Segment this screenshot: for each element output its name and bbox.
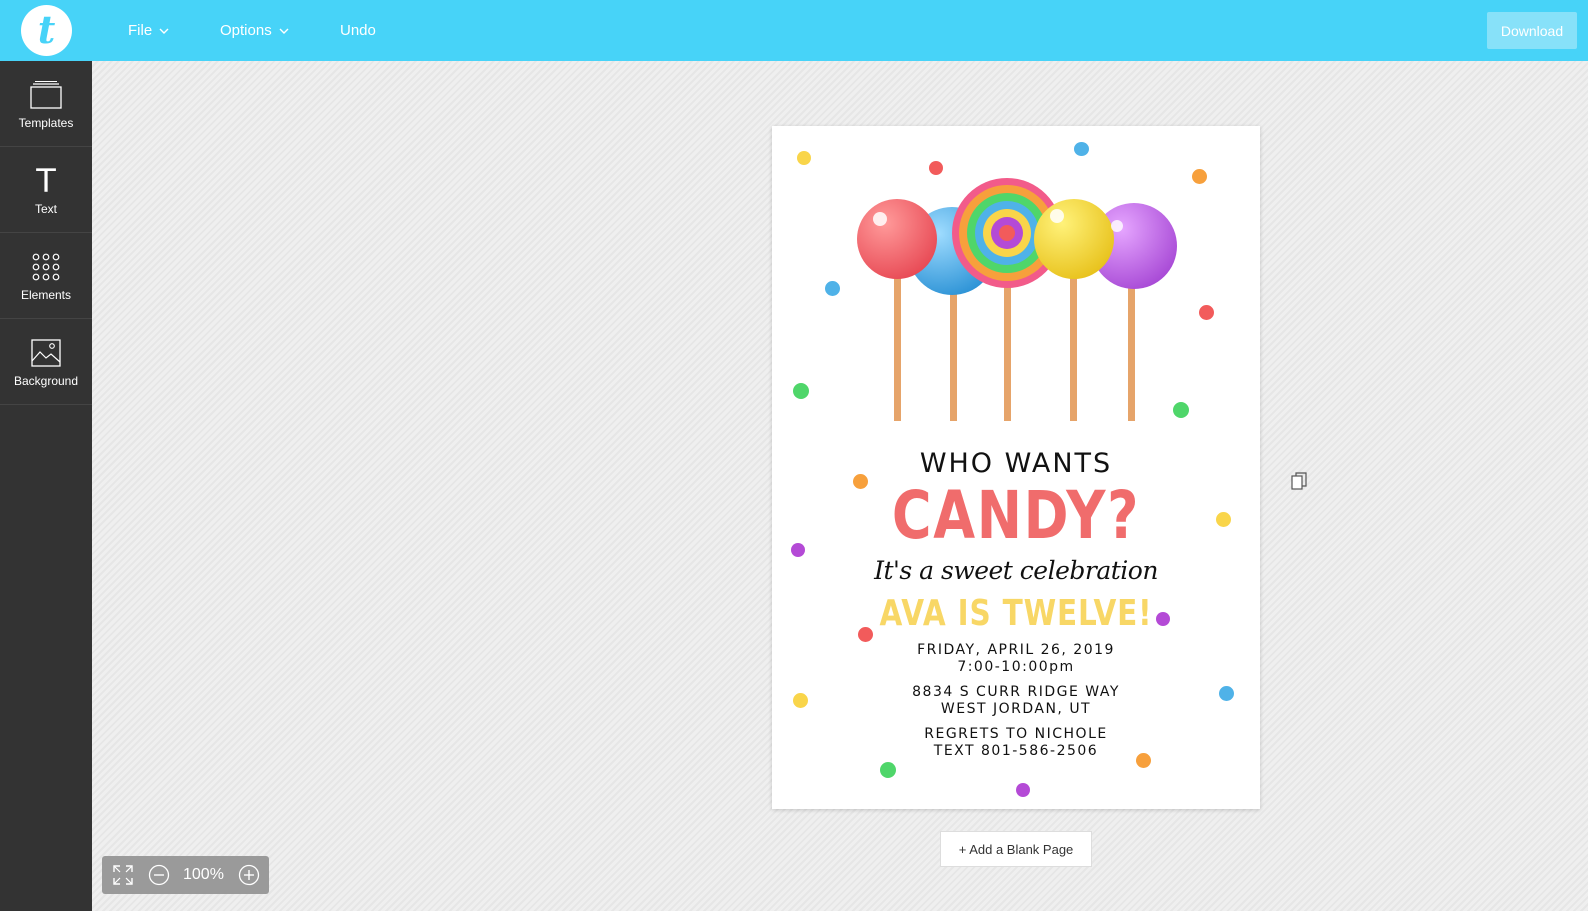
app-logo[interactable]: t bbox=[21, 5, 72, 56]
event-address-line1[interactable]: 8834 S CURR RIDGE WAY bbox=[772, 684, 1260, 701]
templates-icon bbox=[29, 78, 63, 112]
file-menu-label: File bbox=[128, 22, 153, 39]
confetti-dot bbox=[1016, 783, 1030, 797]
sidebar-item-text[interactable]: T Text bbox=[0, 147, 92, 233]
add-blank-page-label: + Add a Blank Page bbox=[958, 841, 1074, 857]
lollipops-illustration bbox=[857, 178, 1177, 421]
top-toolbar: t File Options Undo Download bbox=[0, 0, 1588, 61]
confetti-dot bbox=[1192, 169, 1207, 184]
chevron-down-icon bbox=[279, 28, 289, 34]
sidebar-item-label: Text bbox=[34, 201, 57, 216]
confetti-dot bbox=[793, 383, 809, 399]
design-page[interactable]: WHO WANTS CANDY? It's a sweet celebratio… bbox=[772, 126, 1260, 809]
sidebar-item-elements[interactable]: Elements bbox=[0, 233, 92, 319]
zoom-in-icon[interactable] bbox=[237, 863, 261, 887]
event-date[interactable]: FRIDAY, APRIL 26, 2019 bbox=[772, 642, 1260, 659]
sidebar-item-background[interactable]: Background bbox=[0, 319, 92, 405]
headline-ava-twelve[interactable]: AVA IS TWELVE! bbox=[816, 593, 1216, 634]
confetti-dot bbox=[1216, 512, 1231, 527]
download-label: Download bbox=[1500, 22, 1564, 39]
event-phone[interactable]: TEXT 801-586-2506 bbox=[772, 743, 1260, 760]
event-time[interactable]: 7:00-10:00pm bbox=[772, 659, 1260, 676]
elements-icon bbox=[31, 250, 61, 284]
chevron-down-icon bbox=[159, 28, 169, 34]
confetti-dot bbox=[1074, 142, 1089, 156]
logo-letter: t bbox=[37, 6, 56, 52]
confetti-dot bbox=[797, 151, 811, 165]
headline-candy[interactable]: CANDY? bbox=[816, 479, 1216, 553]
zoom-control: 100% bbox=[102, 856, 269, 894]
headline-who-wants[interactable]: WHO WANTS bbox=[772, 448, 1260, 479]
text-icon: T bbox=[36, 161, 56, 200]
confetti-dot bbox=[1199, 305, 1214, 320]
options-menu-label: Options bbox=[220, 22, 272, 39]
event-address-line2[interactable]: WEST JORDAN, UT bbox=[772, 701, 1260, 718]
options-menu[interactable]: Options bbox=[220, 0, 289, 61]
event-regrets[interactable]: REGRETS TO NICHOLE bbox=[772, 726, 1260, 743]
undo-label: Undo bbox=[340, 22, 376, 39]
confetti-dot bbox=[825, 281, 840, 296]
left-sidebar: Templates T Text Elements Background bbox=[0, 61, 92, 911]
sidebar-item-label: Background bbox=[13, 373, 79, 388]
zoom-out-icon[interactable] bbox=[147, 863, 171, 887]
duplicate-page-icon[interactable] bbox=[1291, 472, 1307, 490]
fit-screen-icon[interactable] bbox=[111, 863, 135, 887]
sidebar-item-label: Templates bbox=[18, 115, 74, 130]
background-icon bbox=[31, 336, 61, 370]
download-button[interactable]: Download bbox=[1487, 12, 1577, 49]
subtitle-sweet-celebration[interactable]: It's a sweet celebration bbox=[772, 556, 1260, 585]
add-blank-page-button[interactable]: + Add a Blank Page bbox=[940, 831, 1092, 867]
sidebar-item-templates[interactable]: Templates bbox=[0, 61, 92, 147]
zoom-level: 100% bbox=[183, 866, 224, 883]
undo-button[interactable]: Undo bbox=[340, 0, 376, 61]
file-menu[interactable]: File bbox=[128, 0, 169, 61]
confetti-dot bbox=[880, 762, 896, 778]
sidebar-item-label: Elements bbox=[20, 287, 72, 302]
confetti-dot bbox=[791, 543, 805, 557]
